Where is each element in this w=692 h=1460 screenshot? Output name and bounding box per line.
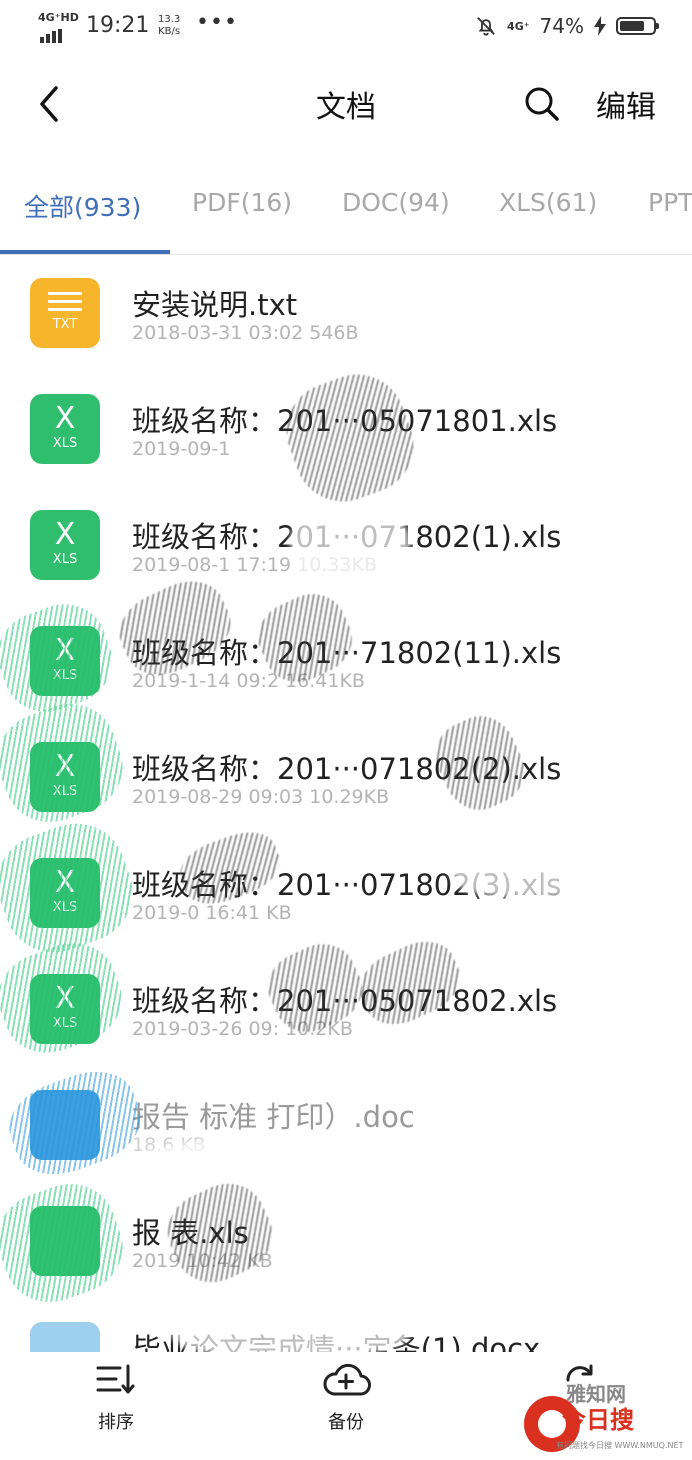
file-item[interactable]: TXT 安装说明.txt 2018-03-31 03:02 546B [0, 258, 692, 372]
battery-percent: 74% [539, 14, 584, 38]
cloud-upload-icon [323, 1363, 371, 1396]
refresh-icon [566, 1364, 593, 1382]
file-meta: 18.6 KB [132, 1134, 206, 1156]
file-type-label: XLS [52, 668, 78, 683]
xls-file-icon: X XLS [30, 742, 100, 812]
file-type-label: XLS [52, 552, 78, 567]
file-type-label: TXT [52, 317, 78, 332]
file-name: 报告 标准 打印）.doc [132, 1100, 415, 1134]
file-name: 班级名称：201···05071802.xls [132, 984, 558, 1018]
backup-label: 备份 [328, 1412, 364, 1433]
speed-unit: KB/s [158, 26, 181, 37]
tab-xls[interactable]: XLS(61) [499, 188, 597, 217]
file-item[interactable]: X XLS 班级名称：201···05071801.xls 2019-09-1 [0, 374, 692, 488]
more-notifications-icon: ••• [196, 10, 238, 35]
file-item[interactable]: X XLS 班级名称：201···071802(3).xls 2019-0 16… [0, 838, 692, 952]
charging-icon [594, 16, 606, 36]
file-meta: 2018-03-31 03:02 546B [132, 322, 359, 344]
edit-button[interactable]: 编辑 [596, 82, 656, 126]
file-item[interactable]: 报告 标准 打印）.doc 18.6 KB [0, 1070, 692, 1184]
xls-file-icon [30, 1206, 100, 1276]
xls-file-icon: X XLS [30, 510, 100, 580]
file-name: 毕业论文完成情···定条(1).docx [132, 1332, 541, 1352]
clock: 19:21 [86, 13, 150, 38]
file-meta: 2019-09-1 [132, 438, 231, 460]
app-header: 文档 编辑 [0, 60, 692, 150]
network-4g-indicator: 4G⁺ [507, 19, 530, 33]
file-meta: 2019 10:42 KB [132, 1250, 273, 1272]
battery-fill [620, 21, 644, 31]
status-bar: 4G⁺HD 19:21 13.3 KB/s ••• 4G⁺ 74% [0, 0, 692, 56]
xls-glyph: X [54, 633, 76, 668]
file-type-label: XLS [52, 436, 78, 451]
xls-file-icon: X XLS [30, 626, 100, 696]
file-name: 报 表.xls [132, 1216, 249, 1250]
signal-icon [40, 24, 64, 43]
bottom-toolbar: 排序 备份 [0, 1352, 692, 1460]
file-type-tabs: 全部(933) PDF(16) DOC(94) XLS(61) PPT [0, 178, 692, 255]
file-item[interactable]: X XLS 班级名称：201···71802(11).xls 2019-1-14… [0, 606, 692, 720]
file-name: 班级名称：201···71802(11).xls [132, 636, 562, 670]
refresh-button[interactable] [520, 1362, 640, 1398]
mute-bell-icon [477, 17, 495, 36]
file-meta: 2019-08-29 09:03 10.29KB [132, 786, 390, 808]
sort-icon [96, 1364, 135, 1394]
doc-file-icon [30, 1322, 100, 1352]
file-name: 班级名称：201···071802(1).xls [132, 520, 562, 554]
sort-label: 排序 [98, 1412, 134, 1433]
speed-value: 13.3 [158, 14, 181, 25]
file-name: 班级名称：201···071802(3).xls [132, 868, 562, 902]
file-meta: 2019-0 16:41 KB [132, 902, 292, 924]
tab-ppt[interactable]: PPT [648, 188, 692, 217]
file-list: TXT 安装说明.txt 2018-03-31 03:02 546B X XLS… [0, 258, 692, 1352]
search-icon[interactable] [522, 84, 562, 124]
txt-file-icon: TXT [30, 278, 100, 348]
tab-pdf[interactable]: PDF(16) [192, 188, 292, 217]
status-right: 4G⁺ 74% [475, 14, 659, 38]
xls-glyph: X [54, 517, 76, 552]
file-type-label: XLS [52, 784, 78, 799]
file-type-label: XLS [52, 900, 78, 915]
xls-file-icon: X XLS [30, 394, 100, 464]
tab-doc[interactable]: DOC(94) [342, 188, 450, 217]
xls-glyph: X [54, 865, 76, 900]
xls-glyph: X [54, 981, 76, 1016]
battery-icon [616, 17, 659, 35]
file-name: 班级名称：201···071802(2).xls [132, 752, 562, 786]
file-item[interactable]: 毕业论文完成情···定条(1).docx [0, 1302, 692, 1352]
file-meta: 2019-1-14 09:2 16.41KB [132, 670, 365, 692]
xls-file-icon: X XLS [30, 974, 100, 1044]
sort-button[interactable]: 排序 [56, 1362, 176, 1434]
file-name: 班级名称：201···05071801.xls [132, 404, 558, 438]
network-indicator: 4G⁺HD [38, 11, 79, 24]
xls-glyph: X [54, 401, 76, 436]
active-tab-indicator [0, 250, 170, 254]
doc-file-icon [30, 1090, 100, 1160]
xls-glyph: X [54, 749, 76, 784]
network-speed: 13.3 KB/s [158, 14, 180, 38]
file-item[interactable]: 报 表.xls 2019 10:42 KB [0, 1186, 692, 1300]
file-item[interactable]: X XLS 班级名称：201···071802(2).xls 2019-08-2… [0, 722, 692, 836]
page-title: 文档 [316, 90, 376, 125]
file-item[interactable]: X XLS 班级名称：201···071802(1).xls 2019-08-1… [0, 490, 692, 604]
xls-file-icon: X XLS [30, 858, 100, 928]
file-type-label: XLS [52, 1016, 78, 1031]
file-meta: 2019-08-1 17:19 10.33KB [132, 554, 378, 576]
file-name: 安装说明.txt [132, 288, 298, 322]
backup-button[interactable]: 备份 [286, 1362, 406, 1434]
back-icon[interactable] [34, 82, 66, 126]
file-item[interactable]: X XLS 班级名称：201···05071802.xls 2019-03-26… [0, 954, 692, 1068]
tab-all[interactable]: 全部(933) [24, 188, 141, 224]
file-meta: 2019-03-26 09: 10.2KB [132, 1018, 353, 1040]
